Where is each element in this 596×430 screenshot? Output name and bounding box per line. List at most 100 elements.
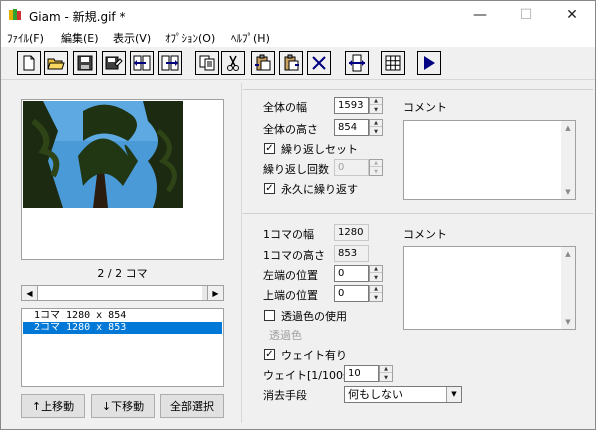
spin-up-icon[interactable]: ▲ [370, 98, 382, 105]
wait-value-spinner[interactable]: ▲ ▼ [379, 365, 393, 382]
scroll-left-button[interactable]: ◀ [22, 286, 38, 300]
repeat-set-checkbox[interactable]: ✓ [264, 143, 275, 154]
transparent-checkbox[interactable] [264, 310, 275, 321]
panel-divider [241, 83, 242, 423]
copy-button[interactable] [195, 51, 219, 75]
frame-top-label: 上端の位置 [263, 289, 318, 302]
frame-left-spinner[interactable]: ▲ ▼ [369, 265, 383, 282]
comment-scrollbar[interactable]: ▲ ▼ [561, 247, 575, 329]
frame-list[interactable]: 1コマ 1280 x 854 2コマ 1280 x 853 [21, 308, 224, 387]
app-window: Giam - 新規.gif * — ☐ ✕ ﾌｧｲﾙ(F) 編集(E) 表示(V… [0, 0, 596, 430]
dispose-selected-value: 何もしない [348, 388, 403, 401]
spin-down-icon[interactable]: ▼ [370, 294, 382, 301]
giam-app-icon [9, 9, 21, 20]
frame-comment-textarea[interactable]: ▲ ▼ [403, 246, 576, 330]
toolbar [1, 48, 595, 80]
frame-scrollbar[interactable]: ◀ ▶ [21, 285, 224, 301]
minimize-button[interactable]: — [457, 1, 503, 29]
wait-value-input[interactable]: 10 [344, 365, 379, 382]
scroll-up-icon[interactable]: ▲ [561, 121, 575, 135]
frame-preview [21, 99, 224, 260]
frame-height-label: 1コマの高さ [263, 249, 325, 262]
repeat-count-spinner[interactable]: ▲ ▼ [369, 159, 383, 176]
new-file-button[interactable] [17, 51, 41, 75]
wait-checkbox[interactable]: ✓ [264, 349, 275, 360]
paste-before-button[interactable] [251, 51, 275, 75]
maximize-button[interactable]: ☐ [503, 1, 549, 29]
global-height-spinner[interactable]: ▲ ▼ [369, 119, 383, 136]
save-as-icon [105, 56, 123, 70]
global-width-spinner[interactable]: ▲ ▼ [369, 97, 383, 114]
scroll-up-icon[interactable]: ▲ [561, 247, 575, 261]
title-bar[interactable]: Giam - 新規.gif * — ☐ ✕ [1, 1, 595, 29]
cut-icon [227, 55, 239, 71]
spin-down-icon[interactable]: ▼ [370, 128, 382, 135]
frame-width-value: 1280 [334, 224, 369, 241]
spin-down-icon[interactable]: ▼ [370, 168, 382, 175]
spin-down-icon[interactable]: ▼ [370, 274, 382, 281]
frame-list-item-selected[interactable]: 2コマ 1280 x 853 [23, 322, 222, 334]
save-as-button[interactable] [102, 51, 126, 75]
paste-after-icon [284, 54, 299, 71]
resize-icon [349, 54, 365, 72]
global-height-input[interactable]: 854 [334, 119, 369, 136]
transparent-color-label: 透過色 [269, 329, 302, 342]
move-up-button[interactable]: ↑上移動 [21, 394, 85, 418]
menu-view[interactable]: 表示(V) [113, 30, 151, 46]
global-comment-textarea[interactable]: ▲ ▼ [403, 120, 576, 200]
scroll-down-icon[interactable]: ▼ [561, 185, 575, 199]
close-button[interactable]: ✕ [549, 1, 595, 29]
resize-button[interactable] [345, 51, 369, 75]
paste-after-button[interactable] [279, 51, 303, 75]
spin-up-icon[interactable]: ▲ [370, 286, 382, 293]
spin-up-icon[interactable]: ▲ [380, 366, 392, 373]
scroll-down-icon[interactable]: ▼ [561, 315, 575, 329]
minimize-icon: — [473, 7, 487, 23]
spin-up-icon[interactable]: ▲ [370, 120, 382, 127]
menu-file[interactable]: ﾌｧｲﾙ(F) [7, 30, 44, 46]
frame-top-input[interactable]: 0 [334, 285, 369, 302]
paste-before-icon [255, 54, 271, 71]
insert-before-button[interactable] [130, 51, 154, 75]
insert-before-icon [133, 55, 151, 71]
frame-list-item[interactable]: 1コマ 1280 x 854 [23, 310, 222, 322]
frame-top-spinner[interactable]: ▲ ▼ [369, 285, 383, 302]
dispose-label: 消去手段 [263, 389, 307, 402]
global-width-input[interactable]: 1593 [334, 97, 369, 114]
open-button[interactable] [44, 51, 68, 75]
wait-label: ウェイト有り [281, 349, 347, 362]
close-icon: ✕ [566, 7, 578, 23]
cut-button[interactable] [221, 51, 245, 75]
frame-comment-label: コメント [403, 228, 447, 241]
menu-help[interactable]: ﾍﾙﾌﾟ(H) [231, 30, 270, 46]
spin-up-icon[interactable]: ▲ [370, 266, 382, 273]
frame-counter: 2 / 2 コマ [97, 267, 148, 280]
global-settings-group [243, 89, 593, 90]
move-down-button[interactable]: ↓下移動 [91, 394, 155, 418]
save-button[interactable] [73, 51, 97, 75]
repeat-count-input[interactable]: 0 [334, 159, 369, 176]
select-all-button[interactable]: 全部選択 [160, 394, 224, 418]
delete-button[interactable] [307, 51, 331, 75]
menu-edit[interactable]: 編集(E) [61, 30, 99, 46]
repeat-forever-checkbox[interactable]: ✓ [264, 183, 275, 194]
grid-button[interactable] [381, 51, 405, 75]
repeat-forever-label: 永久に繰り返す [281, 183, 358, 196]
play-icon [424, 56, 435, 70]
dispose-select[interactable]: 何もしない ▼ [344, 386, 462, 403]
scroll-thumb[interactable] [38, 286, 202, 300]
menu-options[interactable]: ｵﾌﾟｼｮﾝ(O) [165, 30, 215, 46]
spin-up-icon[interactable]: ▲ [370, 160, 382, 167]
scroll-right-button[interactable]: ▶ [207, 286, 223, 300]
dropdown-arrow-icon[interactable]: ▼ [446, 387, 461, 402]
insert-after-button[interactable] [158, 51, 182, 75]
comment-scrollbar[interactable]: ▲ ▼ [561, 121, 575, 199]
frame-left-input[interactable]: 0 [334, 265, 369, 282]
copy-icon [199, 55, 215, 71]
play-button[interactable] [417, 51, 441, 75]
new-file-icon [23, 55, 35, 71]
spin-down-icon[interactable]: ▼ [370, 106, 382, 113]
spin-down-icon[interactable]: ▼ [380, 374, 392, 381]
frame-height-value: 853 [334, 245, 369, 262]
wait-value-label: ウェイト[1/100s] [263, 369, 354, 382]
